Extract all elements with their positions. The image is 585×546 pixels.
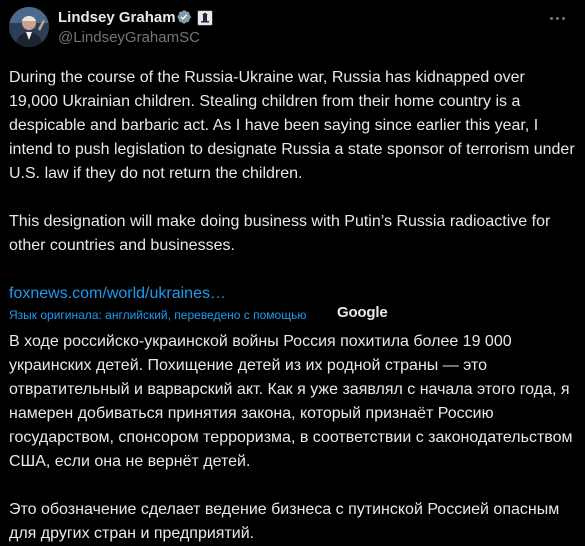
translated-text: Это обозначение сделает ведение бизнеса … bbox=[9, 501, 560, 542]
translation-note[interactable]: Язык оригинала: английский, переведено с… bbox=[9, 307, 306, 323]
author-name[interactable]: Lindsey Graham bbox=[58, 9, 176, 26]
article-link[interactable]: foxnews.com/world/ukraines… bbox=[9, 282, 226, 306]
tweet-header: Lindsey Graham @LindseyGrahamSC bbox=[9, 7, 576, 47]
government-affiliation-icon[interactable] bbox=[197, 10, 213, 26]
more-options-icon[interactable] bbox=[546, 10, 570, 26]
avatar-image bbox=[9, 7, 49, 47]
verified-badge-icon[interactable] bbox=[176, 9, 192, 25]
google-logo: Google bbox=[337, 304, 388, 321]
author-handle[interactable]: @LindseyGrahamSC bbox=[58, 29, 200, 46]
avatar[interactable] bbox=[9, 7, 49, 47]
tweet-text: This designation will make doing busines… bbox=[9, 213, 551, 254]
tweet-text: During the course of the Russia-Ukraine … bbox=[9, 69, 575, 182]
translated-text: В ходе российско-украинской войны Россия… bbox=[9, 333, 573, 470]
